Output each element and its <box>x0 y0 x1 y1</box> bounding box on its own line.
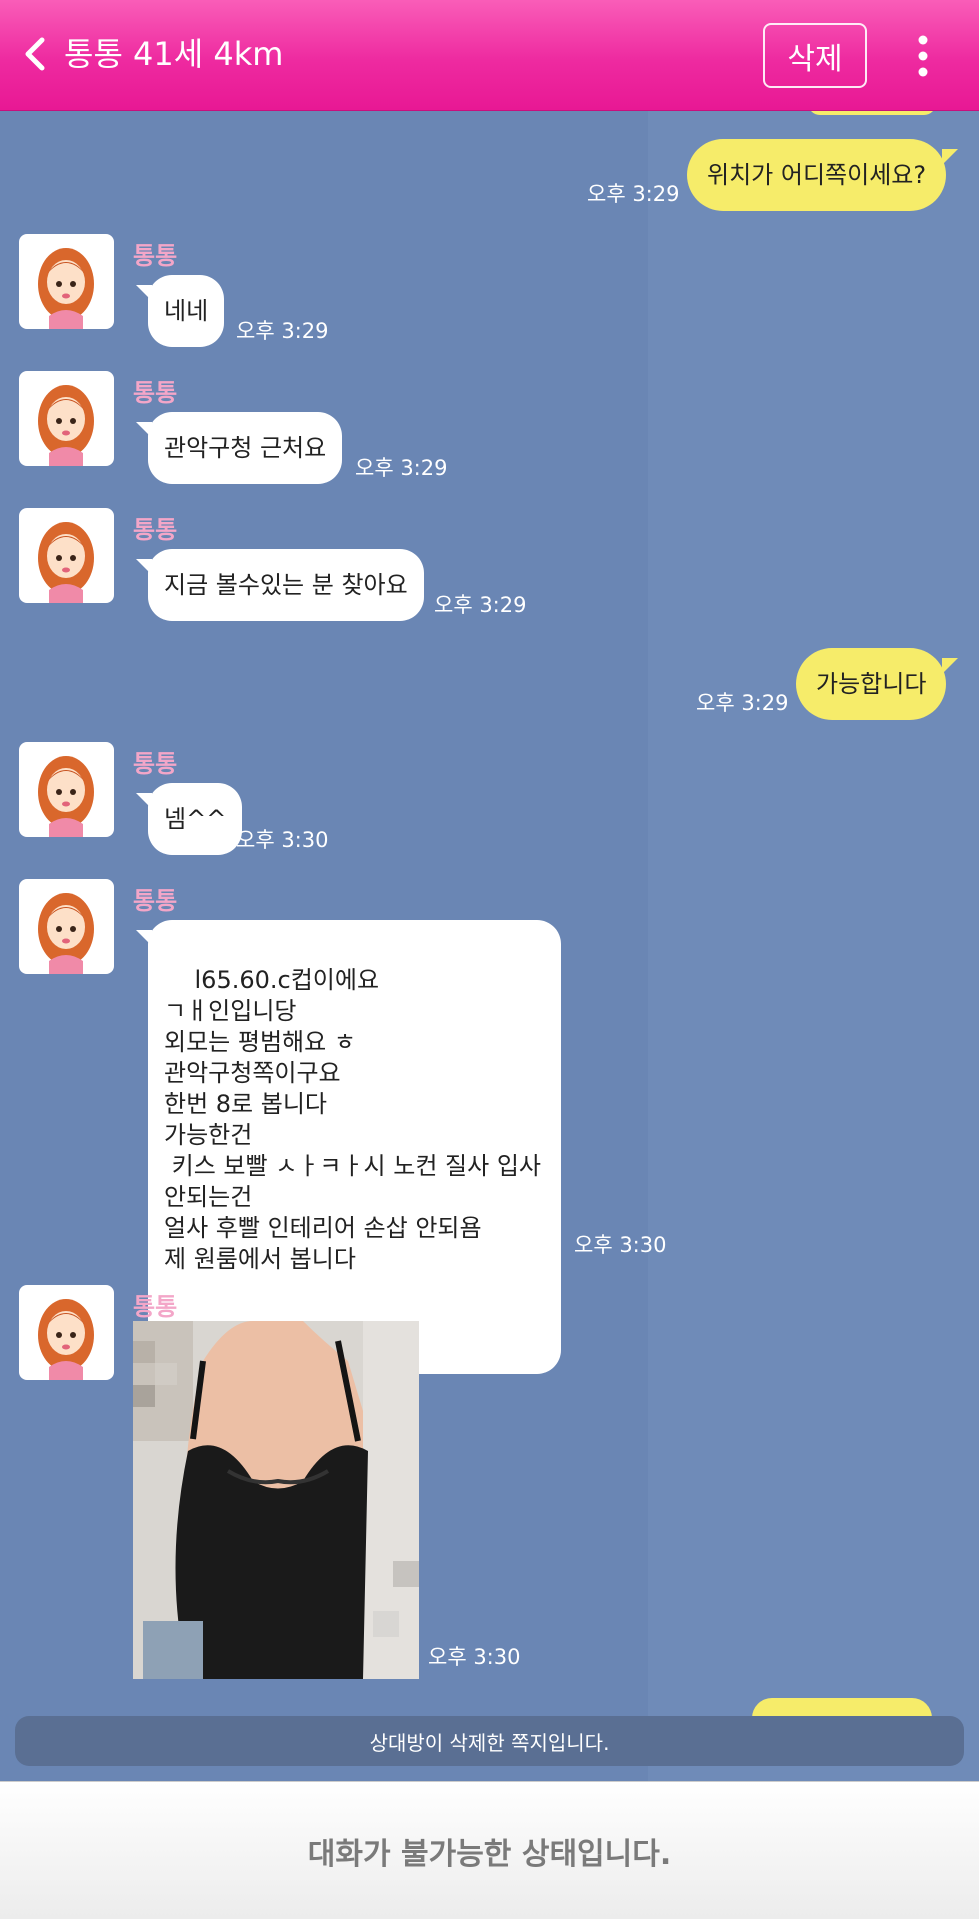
message-text: 지금 볼수있는 분 찾아요 <box>164 570 408 599</box>
sender-name: 통통 <box>133 242 178 270</box>
avatar[interactable] <box>19 234 114 329</box>
avatar-image <box>38 385 94 466</box>
avatar-image <box>38 1299 94 1380</box>
incoming-message[interactable]: 네네 <box>136 275 225 347</box>
incoming-message[interactable]: 지금 볼수있는 분 찾아요 <box>136 549 424 621</box>
sender-name: 통통 <box>133 516 178 544</box>
avatar-image <box>38 893 94 974</box>
chat-header: 통통 41세 4km 삭제 <box>0 0 979 111</box>
more-options-icon[interactable] <box>910 34 936 78</box>
sender-name: 통통 <box>133 1293 178 1321</box>
message-time: 오후 3:29 <box>355 456 448 480</box>
message-time: 오후 3:29 <box>434 593 527 617</box>
deleted-notice: 상대방이 삭제한 쪽지입니다. <box>15 1716 964 1766</box>
avatar[interactable] <box>19 1285 114 1380</box>
chat-title: 통통 41세 4km <box>64 35 284 73</box>
incoming-message[interactable]: 넴^^ <box>136 783 243 855</box>
message-time: 오후 3:30 <box>236 828 329 852</box>
avatar[interactable] <box>19 742 114 837</box>
avatar[interactable] <box>19 508 114 603</box>
conversation-status-bar: 대화가 불가능한 상태입니다. <box>0 1781 979 1919</box>
avatar-image <box>38 756 94 837</box>
chat-messages[interactable]: 오후 3:29 위치가 어디쪽이세요? 통통 네네 오후 3:29 통통 관악구… <box>0 111 979 1781</box>
photo-image <box>133 1321 419 1679</box>
message-text: 넴^^ <box>164 804 227 833</box>
avatar-image <box>38 522 94 603</box>
avatar-image <box>38 248 94 329</box>
avatar[interactable] <box>19 371 114 466</box>
outgoing-message[interactable]: 가능합니다 <box>796 648 959 720</box>
outgoing-message[interactable]: 위치가 어디쪽이세요? <box>687 139 959 211</box>
message-time: 오후 3:30 <box>574 1233 667 1257</box>
message-text: 가능합니다 <box>816 669 927 698</box>
message-time: 오후 3:30 <box>428 1645 521 1669</box>
avatar[interactable] <box>19 879 114 974</box>
sender-name: 통통 <box>133 887 178 915</box>
delete-button[interactable]: 삭제 <box>763 23 867 88</box>
message-time: 오후 3:29 <box>587 182 680 206</box>
sender-name: 통통 <box>133 379 178 407</box>
sender-name: 통통 <box>133 750 178 778</box>
message-time: 오후 3:29 <box>236 319 329 343</box>
back-arrow-icon[interactable] <box>22 36 50 72</box>
partial-outgoing-bubble <box>808 111 936 115</box>
photo-message[interactable] <box>133 1321 419 1679</box>
message-text: l65.60.c컵이에요 ㄱㅐ인입니당 외모는 평범해요 ㅎ 관악구청쪽이구요 … <box>164 966 541 1273</box>
message-time: 오후 3:29 <box>696 691 789 715</box>
message-text: 네네 <box>164 296 209 325</box>
message-text: 위치가 어디쪽이세요? <box>707 160 927 189</box>
message-text: 관악구청 근처요 <box>164 433 327 462</box>
incoming-message[interactable]: 관악구청 근처요 <box>136 412 343 484</box>
incoming-message[interactable]: l65.60.c컵이에요 ㄱㅐ인입니당 외모는 평범해요 ㅎ 관악구청쪽이구요 … <box>136 920 561 1374</box>
